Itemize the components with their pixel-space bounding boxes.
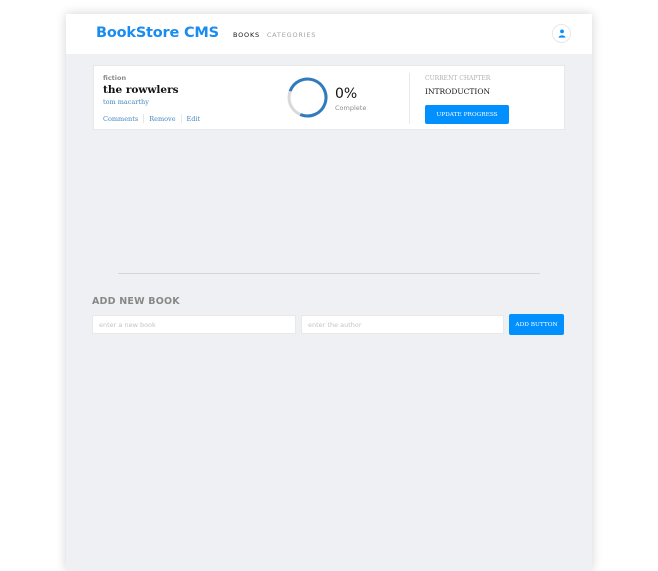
- main-nav: BOOKS CATEGORIES: [233, 31, 316, 39]
- header: BookStore CMS BOOKS CATEGORIES: [66, 14, 592, 54]
- nav-books[interactable]: BOOKS: [233, 31, 260, 39]
- add-book-button[interactable]: ADD BUTTON: [509, 314, 564, 335]
- remove-button[interactable]: Remove: [149, 115, 175, 123]
- edit-button[interactable]: Edit: [187, 115, 201, 123]
- logo[interactable]: BookStore CMS: [96, 25, 219, 41]
- comments-button[interactable]: Comments: [103, 115, 138, 123]
- user-button[interactable]: [552, 24, 571, 43]
- book-author-input[interactable]: enter the author: [301, 315, 504, 334]
- book-genre: fiction: [103, 74, 127, 82]
- progress-label: Complete: [335, 104, 367, 112]
- book-actions: Comments Remove Edit: [103, 114, 200, 123]
- user-icon: [558, 29, 566, 38]
- book-card: fiction the rowwlers tom macarthy Commen…: [93, 65, 565, 130]
- card-divider: [409, 73, 410, 124]
- book-title: the rowwlers: [103, 84, 179, 96]
- action-divider: [143, 114, 145, 123]
- progress-ring: [287, 77, 328, 118]
- current-chapter-label: CURRENT CHAPTER: [425, 75, 491, 82]
- book-author: tom macarthy: [103, 98, 149, 106]
- current-chapter-name: INTRODUCTION: [425, 87, 491, 96]
- action-divider: [180, 114, 182, 123]
- nav-categories[interactable]: CATEGORIES: [267, 31, 316, 39]
- progress-percent: 0%: [335, 86, 358, 102]
- add-book-title: ADD NEW BOOK: [92, 296, 180, 307]
- update-progress-button[interactable]: UPDATE PROGRESS: [425, 105, 509, 124]
- app-container: BookStore CMS BOOKS CATEGORIES fiction t…: [66, 14, 592, 571]
- section-divider: [118, 273, 540, 274]
- book-title-input[interactable]: enter a new book: [92, 315, 296, 334]
